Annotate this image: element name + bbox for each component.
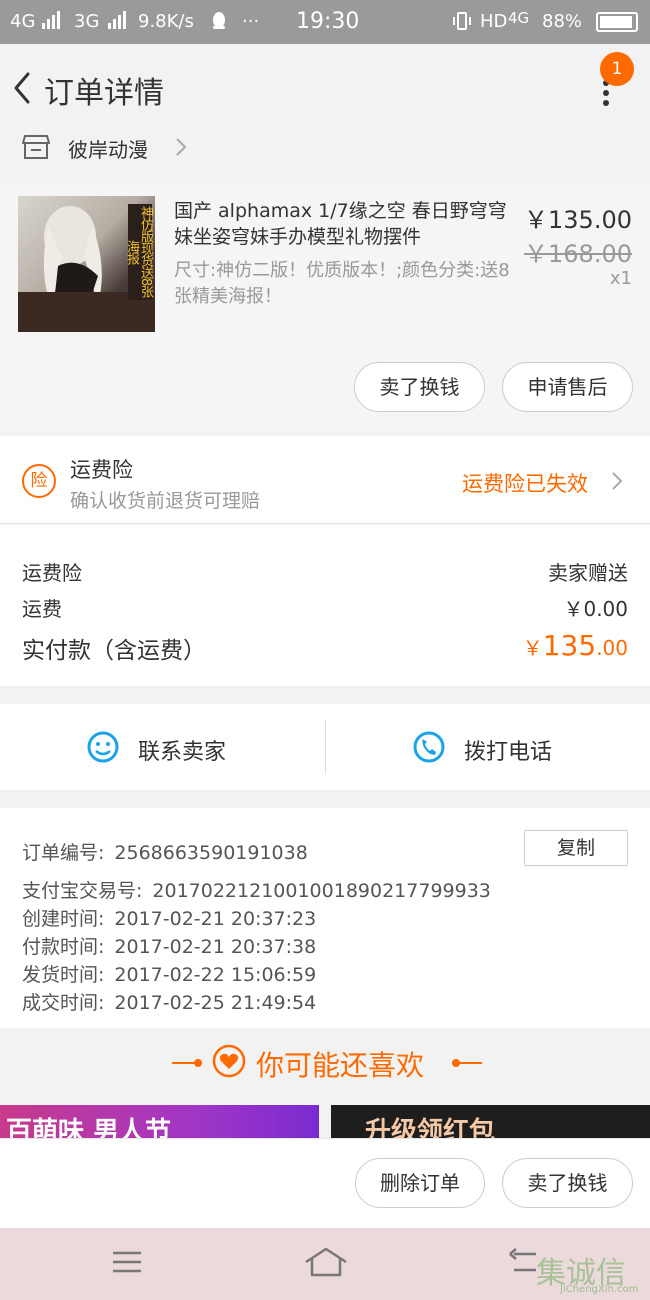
delete-order-button[interactable]: 删除订单	[355, 1158, 485, 1208]
total-paid-label: 实付款（含运费）	[22, 638, 206, 664]
network-type-3: 4G	[508, 9, 530, 27]
system-back-icon[interactable]	[508, 1248, 538, 1276]
completed-time-label: 成交时间:	[22, 992, 105, 1014]
battery-icon	[596, 12, 638, 32]
product-sku: 尺寸:神仿二版！优质版本！;颜色分类:送8张精美海报！	[174, 260, 510, 307]
order-number-value: 2568663590191038	[114, 842, 308, 864]
decor-line-right	[452, 1062, 482, 1064]
hd-label: HD	[480, 11, 508, 32]
order-item-card[interactable]: 神仿版现货送8张海报 国产 alphamax 1/7缘之空 春日野穹穹妹坐姿穹妹…	[0, 184, 650, 432]
paid-time-row: 付款时间: 2017-02-21 20:37:38	[22, 932, 316, 959]
order-info: 订单编号: 2568663590191038 复制 支付宝交易号: 20170221…	[0, 808, 650, 1028]
notification-badge: 1	[600, 52, 634, 86]
product-thumbnail[interactable]: 神仿版现货送8张海报	[18, 196, 155, 332]
chevron-right-icon	[176, 138, 187, 156]
total-paid-value: ￥135.00	[523, 629, 628, 662]
shipping-value: ￥0.00	[563, 597, 628, 621]
contact-row: 联系卖家 拨打电话	[0, 704, 650, 790]
copy-button[interactable]: 复制	[524, 830, 628, 866]
order-number-row: 订单编号: 2568663590191038	[22, 838, 308, 865]
insurance-subtitle: 确认收货前退货可理赔	[70, 490, 261, 512]
home-icon[interactable]	[304, 1246, 348, 1278]
total-decimal: .00	[596, 636, 628, 660]
created-time-row: 创建时间: 2017-02-21 20:37:23	[22, 904, 316, 931]
call-phone-button[interactable]: 拨打电话	[326, 704, 650, 790]
recommend-header: 你可能还喜欢	[0, 1030, 650, 1096]
product-title: 国产 alphamax 1/7缘之空 春日野穹穹妹坐姿穹妹手办模型礼物摆件	[174, 200, 507, 248]
chat-smile-icon	[87, 731, 119, 763]
contact-seller-label: 联系卖家	[138, 740, 227, 765]
alipay-number-row: 支付宝交易号: 2017022121001001890217799933	[22, 876, 491, 903]
recommend-title: 你可能还喜欢	[256, 1049, 425, 1082]
network-type-2: 3G	[74, 11, 100, 32]
promo-banner-2-text: 升级领红包	[365, 1117, 496, 1139]
signal-icon-2	[104, 11, 128, 34]
battery-percent: 88%	[542, 11, 583, 32]
paid-time-value: 2017-02-21 20:37:38	[114, 936, 317, 958]
promo-banner-1[interactable]: 百萌味 男人节	[0, 1105, 319, 1139]
menu-icon[interactable]	[112, 1250, 142, 1274]
order-number-label: 订单编号:	[22, 842, 105, 864]
shop-row[interactable]: 彼岸动漫	[0, 130, 650, 180]
vibrate-icon	[452, 11, 472, 36]
back-arrow-icon[interactable]	[10, 70, 34, 106]
shop-name: 彼岸动漫	[68, 138, 148, 162]
status-bar: 4G 3G 9.8K/s ··· 19:30 HD 4G 88%	[0, 0, 650, 44]
alipay-number-value: 2017022121001001890217799933	[152, 880, 491, 902]
product-original-price: ￥168.00	[524, 240, 632, 268]
completed-time-value: 2017-02-25 21:49:54	[114, 992, 317, 1014]
more-notifications: ···	[242, 11, 260, 32]
insurance-title: 运费险	[70, 458, 133, 482]
order-action-bar: 删除订单 卖了换钱	[0, 1138, 650, 1228]
total-currency: ￥	[522, 636, 543, 660]
decor-dot-left	[194, 1059, 202, 1067]
product-quantity: x1	[609, 268, 632, 289]
shipped-time-row: 发货时间: 2017-02-22 15:06:59	[22, 960, 316, 987]
insurance-status: 运费险已失效	[462, 472, 588, 496]
completed-time-row: 成交时间: 2017-02-25 21:49:54	[22, 988, 316, 1015]
contact-seller-button[interactable]: 联系卖家	[0, 704, 325, 790]
created-time-value: 2017-02-21 20:37:23	[114, 908, 317, 930]
shipped-time-label: 发货时间:	[22, 964, 105, 986]
shipped-time-value: 2017-02-22 15:06:59	[114, 964, 317, 986]
promo-banner-2[interactable]: 升级领红包	[331, 1105, 650, 1139]
network-type-1: 4G	[10, 11, 36, 32]
total-integer: 135	[542, 629, 597, 662]
created-time-label: 创建时间:	[22, 908, 105, 930]
shipping-insurance-row[interactable]: 险 运费险 确认收货前退货可理赔 运费险已失效	[0, 436, 650, 524]
phone-icon	[413, 731, 445, 763]
product-tag: 神仿版现货送8张海报	[124, 204, 153, 300]
signal-icon-1	[38, 11, 62, 34]
insurance-cost-label: 运费险	[22, 561, 82, 585]
insurance-cost-value: 卖家赠送	[548, 561, 628, 585]
after-sale-button[interactable]: 申请售后	[502, 362, 633, 412]
shop-icon	[22, 135, 50, 159]
chevron-right-icon	[612, 472, 623, 490]
clock: 19:30	[296, 9, 360, 34]
cost-summary: 运费险 卖家赠送 运费 ￥0.00 实付款（含运费） ￥135.00	[0, 525, 650, 686]
alipay-number-label: 支付宝交易号:	[22, 880, 143, 902]
call-phone-label: 拨打电话	[464, 740, 553, 765]
sell-for-cash-button[interactable]: 卖了换钱	[354, 362, 485, 412]
nav-bar: 订单详情 1	[0, 44, 650, 130]
shipping-label: 运费	[22, 597, 62, 621]
sell-for-cash-button-bottom[interactable]: 卖了换钱	[502, 1158, 633, 1208]
paid-time-label: 付款时间:	[22, 936, 105, 958]
watermark-url: JiChengXin.com	[560, 1284, 639, 1295]
net-speed: 9.8K/s	[138, 11, 194, 32]
promo-banner-1-text: 百萌味 男人节	[6, 1117, 172, 1139]
heart-icon	[212, 1044, 246, 1078]
page-title: 订单详情	[44, 76, 164, 111]
product-price: ￥135.00	[524, 206, 632, 234]
qq-icon	[210, 11, 228, 36]
insurance-icon: 险	[22, 464, 56, 498]
